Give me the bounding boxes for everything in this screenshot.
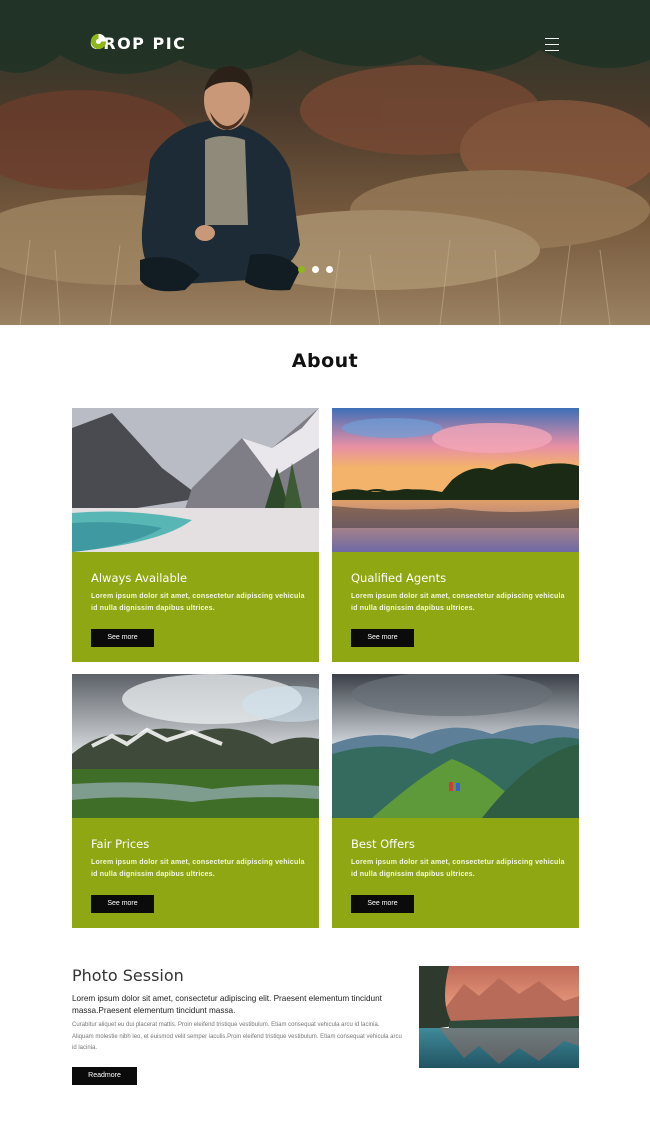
readmore-button[interactable]: Readmore	[72, 1067, 137, 1085]
photo-session-body: Curabitur aliquet eu dui placerat mattis…	[72, 1022, 402, 1051]
card-description: Lorem ipsum dolor sit amet, consectetur …	[91, 859, 305, 878]
see-more-button[interactable]: See more	[91, 629, 154, 647]
carousel-indicators	[298, 266, 333, 273]
about-heading: About	[291, 350, 359, 372]
carousel-dot-3[interactable]	[326, 266, 333, 273]
leaf-circle-icon	[90, 33, 107, 50]
card-description: Lorem ipsum dolor sit amet, consectetur …	[351, 859, 565, 878]
card-title: Fair Prices	[91, 837, 150, 851]
see-more-button[interactable]: See more	[351, 895, 414, 913]
card-fair-prices: Fair Prices Lorem ipsum dolor sit amet, …	[72, 674, 319, 928]
card-image	[72, 408, 319, 552]
logo[interactable]: CROP PIC	[90, 33, 186, 53]
card-image	[332, 408, 579, 552]
card-description: Lorem ipsum dolor sit amet, consectetur …	[351, 593, 565, 612]
photo-session-lead: Lorem ipsum dolor sit amet, consectetur …	[72, 994, 382, 1015]
card-always-available: Always Available Lorem ipsum dolor sit a…	[72, 408, 319, 662]
card-image	[72, 674, 319, 818]
carousel-dot-1[interactable]	[298, 266, 305, 273]
card-title: Always Available	[91, 571, 188, 585]
card-title: Qualified Agents	[351, 571, 447, 585]
photo-session-heading: Photo Session	[72, 966, 184, 985]
hero-banner: CROP PIC	[0, 0, 650, 325]
card-qualified-agents: Qualified Agents Lorem ipsum dolor sit a…	[332, 408, 579, 662]
card-description: Lorem ipsum dolor sit amet, consectetur …	[91, 593, 305, 612]
card-image	[332, 674, 579, 818]
card-title: Best Offers	[351, 837, 415, 851]
carousel-dot-2[interactable]	[312, 266, 319, 273]
see-more-button[interactable]: See more	[351, 629, 414, 647]
see-more-button[interactable]: See more	[91, 895, 154, 913]
photo-session-image	[419, 966, 579, 1068]
hamburger-menu-icon[interactable]	[545, 38, 559, 52]
card-best-offers: Best Offers Lorem ipsum dolor sit amet, …	[332, 674, 579, 928]
